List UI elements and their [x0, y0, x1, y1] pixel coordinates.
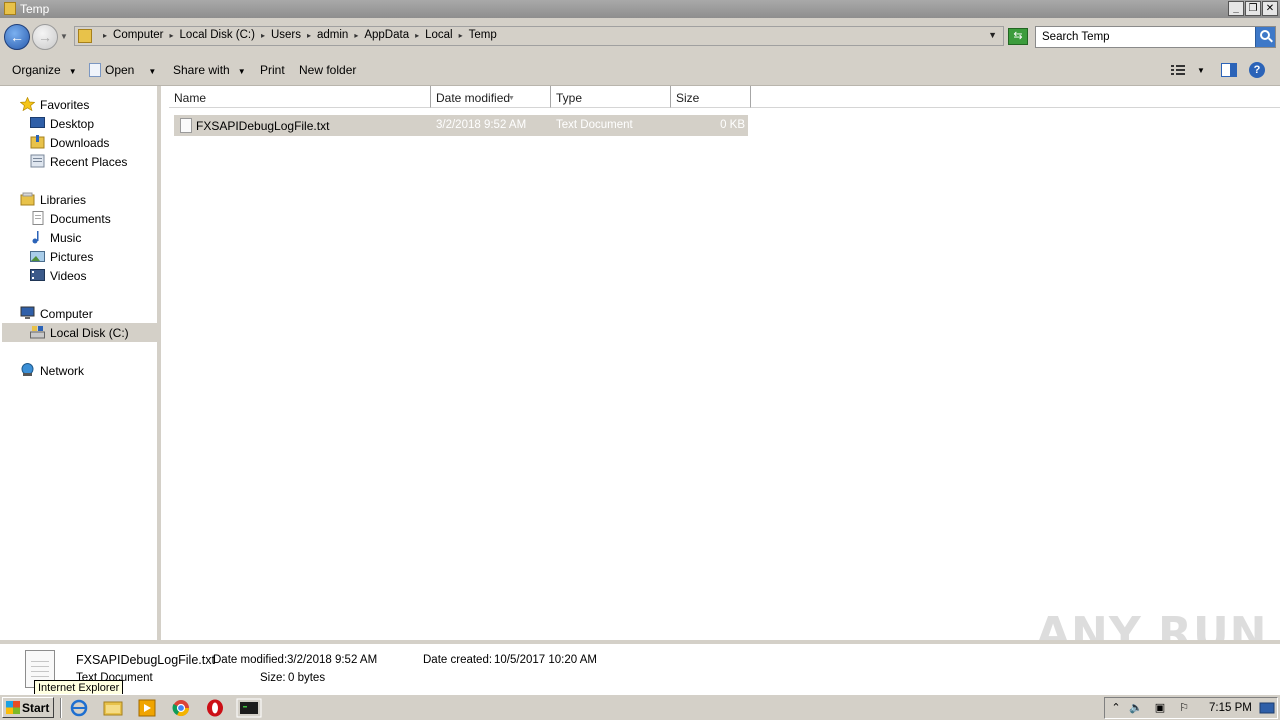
start-button[interactable]: Start: [2, 697, 54, 718]
search-button[interactable]: [1255, 27, 1275, 47]
organize-button[interactable]: Organize ▼: [12, 63, 77, 77]
view-options-icon[interactable]: [1170, 63, 1186, 77]
system-tray: ⌃ 🔈 ▣ ⚐ 7:15 PM: [1104, 697, 1278, 719]
volume-icon[interactable]: 🔈: [1129, 701, 1143, 715]
videos-icon: [30, 269, 45, 281]
chevron-down-icon[interactable]: ▼: [1197, 66, 1205, 75]
search-box: [1035, 26, 1276, 48]
recent-pages-dropdown[interactable]: ▼: [60, 32, 68, 41]
local-disk-icon: [30, 326, 45, 339]
print-button[interactable]: Print: [260, 63, 285, 77]
forward-button[interactable]: →: [32, 24, 58, 50]
breadcrumb-appdata[interactable]: AppData: [364, 29, 409, 41]
details-date-created-label: Date created:: [423, 654, 493, 666]
recent-places-icon: [30, 154, 45, 168]
details-size-label: Size:: [260, 672, 286, 684]
file-explorer-icon[interactable]: [102, 698, 124, 718]
chevron-right-icon[interactable]: ▸: [354, 31, 358, 40]
details-size: 0 bytes: [288, 672, 326, 684]
breadcrumb-users[interactable]: Users: [271, 29, 301, 41]
address-bar[interactable]: ▸ Computer ▸ Local Disk (C:) ▸ Users ▸ a…: [74, 26, 1004, 46]
chevron-down-icon: ▼: [68, 67, 77, 76]
column-header-filler: [751, 86, 1280, 108]
star-icon: [20, 97, 35, 111]
folder-icon: [4, 2, 16, 15]
chevron-right-icon[interactable]: ▸: [170, 31, 174, 40]
folder-icon: [78, 29, 92, 43]
close-button[interactable]: ✕: [1262, 1, 1278, 16]
address-row: ← → ▼ ▸ Computer ▸ Local Disk (C:) ▸ Use…: [0, 18, 1280, 54]
desktop-icon: [30, 117, 45, 128]
file-list: Name Date modified ▼ Type Size FXSAPIDeb…: [161, 86, 1280, 640]
file-row[interactable]: FXSAPIDebugLogFile.txt 3/2/2018 9:52 AM …: [174, 115, 748, 136]
open-button[interactable]: Open ▼: [89, 63, 156, 77]
pictures-icon: [30, 251, 45, 262]
details-file-name: FXSAPIDebugLogFile.txt: [76, 653, 215, 667]
sort-indicator-icon: ▼: [508, 95, 515, 102]
window-title: Temp: [20, 2, 50, 16]
chevron-down-icon: ▼: [148, 67, 157, 76]
file-name: FXSAPIDebugLogFile.txt: [196, 119, 330, 133]
restore-button[interactable]: ❐: [1245, 1, 1261, 16]
file-size: 0 KB: [720, 119, 745, 131]
chevron-right-icon[interactable]: ▸: [261, 31, 265, 40]
chevron-down-icon: ▼: [237, 67, 246, 76]
breadcrumb-local-disk[interactable]: Local Disk (C:): [180, 29, 255, 41]
chevron-right-icon[interactable]: ▸: [103, 31, 107, 40]
search-input[interactable]: [1036, 27, 1254, 47]
media-player-icon[interactable]: [136, 698, 158, 718]
file-date-modified: 3/2/2018 9:52 AM: [436, 119, 527, 131]
preview-pane-icon[interactable]: [1221, 63, 1237, 77]
show-hidden-icons-icon[interactable]: ⌃: [1109, 701, 1123, 715]
refresh-button[interactable]: ⇆: [1008, 28, 1028, 45]
internet-explorer-icon[interactable]: [68, 698, 90, 718]
downloads-icon: [30, 135, 45, 149]
breadcrumb-computer[interactable]: Computer: [113, 29, 164, 41]
help-icon[interactable]: ?: [1249, 62, 1265, 78]
details-pane: FXSAPIDebugLogFile.txt Date modified: 3/…: [0, 640, 1280, 694]
chevron-right-icon[interactable]: ▸: [415, 31, 419, 40]
music-icon: [32, 231, 39, 244]
clock[interactable]: 7:15 PM: [1209, 702, 1252, 714]
breadcrumb-local[interactable]: Local: [425, 29, 453, 41]
breadcrumb: ▸ Computer ▸ Local Disk (C:) ▸ Users ▸ a…: [97, 29, 497, 41]
new-folder-button[interactable]: New folder: [299, 63, 356, 77]
details-date-created: 10/5/2017 10:20 AM: [494, 654, 597, 666]
minimize-button[interactable]: _: [1228, 1, 1244, 16]
computer-icon: [20, 306, 35, 319]
network-status-icon[interactable]: ▣: [1153, 701, 1167, 715]
document-icon: [89, 63, 101, 77]
file-type: Text Document: [556, 119, 633, 131]
column-header-name[interactable]: Name: [169, 86, 431, 108]
column-header-date-modified[interactable]: Date modified ▼: [431, 86, 551, 108]
column-header-size[interactable]: Size: [671, 86, 751, 108]
breadcrumb-temp[interactable]: Temp: [469, 29, 497, 41]
column-header-type[interactable]: Type: [551, 86, 671, 108]
windows-logo-icon: [6, 701, 20, 714]
back-button[interactable]: ←: [4, 24, 30, 50]
text-file-icon: [180, 118, 192, 133]
libraries-icon: [20, 192, 35, 206]
share-with-button[interactable]: Share with ▼: [173, 63, 246, 77]
network-icon: [21, 363, 34, 376]
opera-icon[interactable]: [204, 698, 226, 718]
chevron-right-icon[interactable]: ▸: [459, 31, 463, 40]
breadcrumb-admin[interactable]: admin: [317, 29, 348, 41]
chevron-down-icon[interactable]: ▼: [988, 30, 997, 40]
details-date-modified-label: Date modified:: [213, 654, 288, 666]
documents-icon: [32, 211, 44, 225]
show-desktop-icon[interactable]: [1259, 701, 1275, 715]
title-bar: Temp _ ❐ ✕: [0, 0, 1280, 18]
command-prompt-icon[interactable]: [236, 698, 262, 718]
taskbar: Start ⌃ 🔈 ▣ ⚐ 7:15 PM: [0, 694, 1280, 720]
chrome-icon[interactable]: [170, 698, 192, 718]
navigation-pane: Favorites Desktop Downloads Recent Place…: [0, 86, 157, 640]
command-bar: Organize ▼ Open ▼ Share with ▼ Print New fo…: [0, 54, 1280, 86]
action-center-flag-icon[interactable]: ⚐: [1177, 701, 1191, 715]
chevron-right-icon[interactable]: ▸: [307, 31, 311, 40]
details-date-modified: 3/2/2018 9:52 AM: [287, 654, 378, 666]
